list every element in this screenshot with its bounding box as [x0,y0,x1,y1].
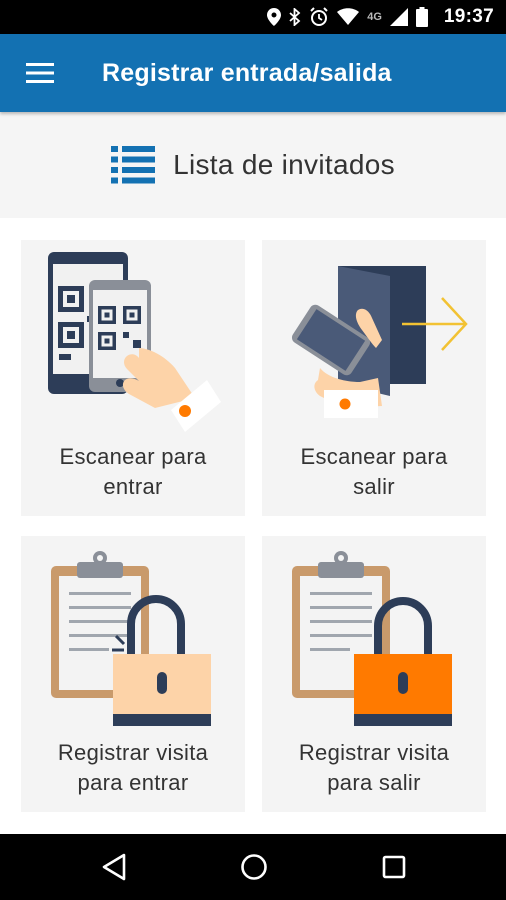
card-label: Registrar visita para entrar [21,738,245,798]
home-circle-icon [241,854,267,880]
clipboard-unlocked-icon [51,551,211,726]
recents-square-icon [382,855,406,879]
scan-to-exit-card[interactable]: Escanear para salir [262,240,486,516]
list-icon [111,146,156,184]
recents-button[interactable] [374,847,414,887]
card-label-line1: Escanear para [300,444,448,469]
main-content: Lista de invitados Escanear para entrar … [0,112,506,834]
signal-icon [389,8,408,26]
clock: 19:37 [443,6,494,27]
network-type-label: 4G [367,11,382,23]
guest-list-label: Lista de invitados [173,149,395,180]
menu-button[interactable] [0,34,80,112]
card-label: Registrar visita para salir [262,738,486,798]
scan-exit-door-icon [291,266,468,418]
hamburger-menu-icon [26,63,54,83]
card-label: Escanear para salir [262,442,486,502]
system-nav-bar [0,834,506,900]
card-label-line1: Registrar visita [298,740,450,765]
card-label-line1: Registrar visita [57,740,209,765]
card-label: Escanear para entrar [21,442,245,502]
clipboard-locked-icon [292,551,452,726]
bluetooth-icon [289,8,301,26]
alarm-icon [310,7,328,26]
guest-list-button[interactable]: Lista de invitados [0,112,506,218]
home-button[interactable] [234,847,274,887]
location-icon [267,8,282,26]
status-bar: 4G 19:37 [0,0,506,34]
register-visit-enter-card[interactable]: Registrar visita para entrar [21,536,245,812]
register-visit-exit-card[interactable]: Registrar visita para salir [262,536,486,812]
card-label-line2: entrar [103,474,163,499]
scan-to-enter-card[interactable]: Escanear para entrar [21,240,245,516]
card-label-line2: para entrar [77,770,189,795]
card-label-line2: para salir [327,770,421,795]
card-label-line2: salir [353,474,395,499]
back-triangle-icon [102,853,126,881]
back-button[interactable] [94,847,134,887]
card-label-line1: Escanear para [59,444,207,469]
wifi-icon [337,8,360,25]
status-icons: 4G 19:37 [267,6,494,28]
app-bar: Registrar entrada/salida [0,34,506,112]
battery-icon [415,7,428,27]
actions-grid: Escanear para entrar Escanear para salir [0,218,506,834]
page-title: Registrar entrada/salida [102,58,392,87]
scan-qr-enter-icon [48,252,221,432]
